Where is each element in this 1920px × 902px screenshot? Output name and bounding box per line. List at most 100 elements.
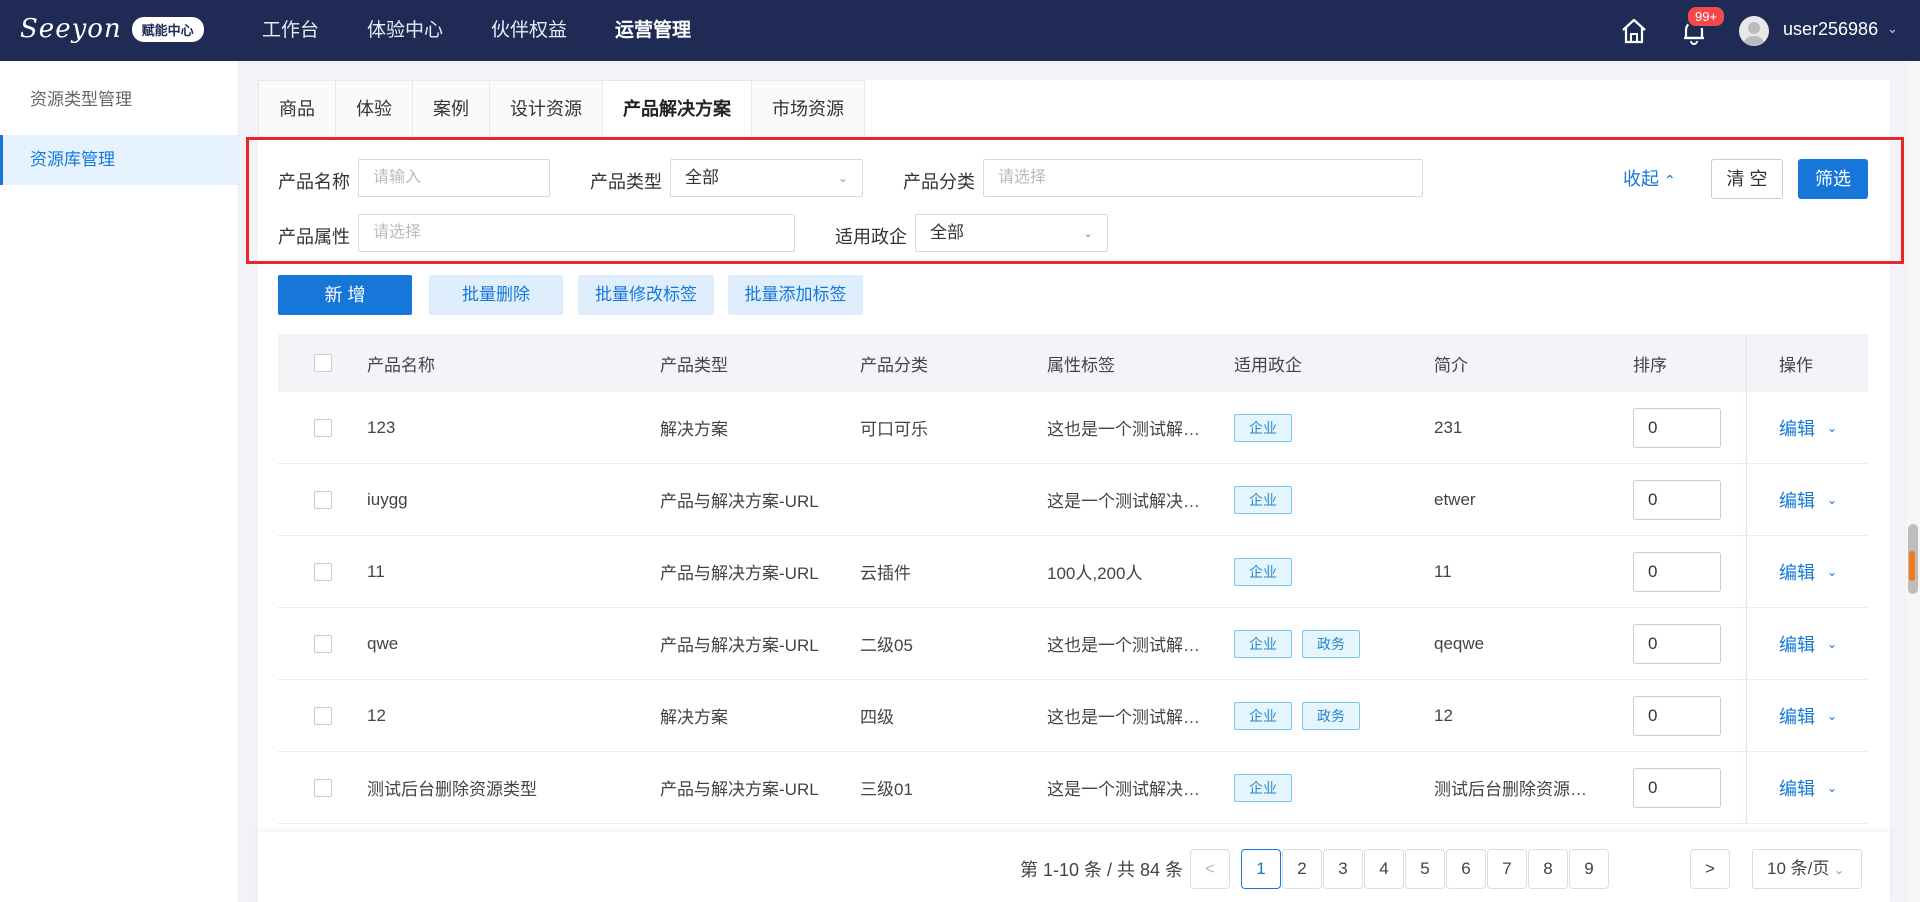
batch-add-tags-button[interactable]: 批量添加标签: [728, 275, 863, 315]
tab-design-resources[interactable]: 设计资源: [489, 80, 603, 137]
username[interactable]: user256986: [1783, 19, 1878, 40]
cell-tags: 这也是一个测试解…: [1047, 636, 1200, 655]
add-button[interactable]: 新 增: [278, 275, 412, 315]
edit-link[interactable]: 编辑: [1779, 487, 1815, 513]
page-3-button[interactable]: 3: [1323, 849, 1363, 889]
notification-badge: 99+: [1686, 5, 1727, 28]
chevron-down-icon[interactable]: ⌄: [1887, 21, 1898, 37]
top-nav: 工作台 体验中心 伙伴权益 运营管理: [262, 0, 739, 61]
row-checkbox[interactable]: [314, 562, 332, 581]
chevron-down-icon[interactable]: ⌄: [1827, 421, 1837, 435]
product-name-input[interactable]: 请输入: [358, 159, 550, 197]
chevron-up-icon: ⌃: [1664, 172, 1676, 188]
row-checkbox-cell: [314, 608, 332, 679]
cell-intro: 231: [1434, 417, 1463, 437]
next-page-button[interactable]: >: [1690, 849, 1730, 889]
page-9-button[interactable]: 9: [1569, 849, 1609, 889]
cell-action: 编辑 ⌄: [1779, 392, 1837, 463]
home-icon[interactable]: [1620, 17, 1648, 45]
logo[interactable]: Seeyon 赋能中心: [20, 14, 204, 44]
tab-cases[interactable]: 案例: [412, 80, 490, 137]
product-attr-select[interactable]: 请选择: [358, 214, 795, 252]
cell-action: 编辑 ⌄: [1779, 680, 1837, 751]
chevron-down-icon[interactable]: ⌄: [1827, 709, 1837, 723]
nav-experience-center[interactable]: 体验中心: [367, 0, 443, 61]
avatar[interactable]: [1739, 16, 1769, 46]
page-6-button[interactable]: 6: [1446, 849, 1486, 889]
page-1-button[interactable]: 1: [1241, 849, 1281, 889]
cell-sort: 0: [1633, 464, 1721, 535]
chevron-down-icon[interactable]: ⌄: [1827, 565, 1837, 579]
table-row: 123 解决方案 可口可乐 这也是一个测试解… 企业 231 0 编辑 ⌄: [278, 392, 1868, 464]
cell-policy: 企业 政务: [1234, 680, 1370, 751]
chevron-down-icon[interactable]: ⌄: [1827, 637, 1837, 651]
policy-tag: 政务: [1302, 701, 1360, 730]
row-checkbox[interactable]: [314, 778, 332, 797]
page-5-button[interactable]: 5: [1405, 849, 1445, 889]
product-type-select[interactable]: 全部 ⌄: [670, 159, 863, 197]
edit-link[interactable]: 编辑: [1779, 703, 1815, 729]
collapse-link[interactable]: 收起 ⌃: [1623, 165, 1676, 191]
page-7-button[interactable]: 7: [1487, 849, 1527, 889]
cell-intro: 12: [1434, 705, 1453, 725]
tab-goods[interactable]: 商品: [258, 80, 336, 137]
page-scrollbar[interactable]: [1906, 61, 1920, 902]
row-checkbox[interactable]: [314, 490, 332, 509]
cell-name: 11: [367, 561, 385, 581]
page-8-button[interactable]: 8: [1528, 849, 1568, 889]
cell-intro: 11: [1434, 561, 1452, 581]
cell-tags: 这也是一个测试解…: [1047, 708, 1200, 727]
row-checkbox-cell: [314, 536, 332, 607]
chevron-down-icon[interactable]: ⌄: [1827, 781, 1837, 795]
row-checkbox[interactable]: [314, 634, 332, 653]
sort-input[interactable]: 0: [1633, 623, 1721, 664]
row-checkbox[interactable]: [314, 418, 332, 437]
nav-partner-benefits[interactable]: 伙伴权益: [491, 0, 567, 61]
sort-input[interactable]: 0: [1633, 767, 1721, 808]
filter-label-type: 产品类型: [590, 172, 662, 192]
product-category-select[interactable]: 请选择: [983, 159, 1423, 197]
filter-button[interactable]: 筛选: [1798, 159, 1868, 199]
column-divider: [1746, 464, 1747, 535]
sidebar-item-resource-library[interactable]: 资源库管理: [0, 135, 238, 185]
cell-policy: 企业 政务: [1234, 608, 1370, 679]
edit-link[interactable]: 编辑: [1779, 415, 1815, 441]
cell-policy: 企业: [1234, 752, 1302, 823]
main-panel: 商品 体验 案例 设计资源 产品解决方案 市场资源 产品名称 请输入 产品类型 …: [246, 80, 1904, 902]
scrollbar-indicator: [1909, 551, 1915, 581]
nav-workbench[interactable]: 工作台: [262, 0, 319, 61]
page-2-button[interactable]: 2: [1282, 849, 1322, 889]
select-all-checkbox[interactable]: [314, 354, 332, 372]
cell-name: 12: [367, 705, 386, 725]
sort-input[interactable]: 0: [1633, 479, 1721, 520]
cell-type: 解决方案: [660, 420, 728, 439]
sort-input[interactable]: 0: [1633, 551, 1721, 592]
table-row: iuygg 产品与解决方案-URL 这是一个测试解决… 企业 etwer 0 编辑 ⌄: [278, 464, 1868, 536]
tab-experience[interactable]: 体验: [335, 80, 413, 137]
row-checkbox[interactable]: [314, 706, 332, 725]
header-policy: 适用政企: [1234, 355, 1302, 375]
edit-link[interactable]: 编辑: [1779, 775, 1815, 801]
sidebar-item-resource-type[interactable]: 资源类型管理: [0, 75, 238, 125]
edit-link[interactable]: 编辑: [1779, 559, 1815, 585]
column-divider: [1746, 680, 1747, 751]
tab-market-resources[interactable]: 市场资源: [751, 80, 865, 137]
tab-product-solutions[interactable]: 产品解决方案: [602, 80, 752, 137]
page-size-select[interactable]: 10 条/页 ⌄: [1752, 849, 1862, 889]
cell-policy: 企业: [1234, 392, 1302, 463]
chevron-down-icon[interactable]: ⌄: [1827, 493, 1837, 507]
cell-category: 三级01: [860, 780, 913, 799]
cell-name: 测试后台删除资源类型: [367, 780, 537, 799]
clear-button[interactable]: 清 空: [1711, 159, 1783, 199]
batch-delete-button[interactable]: 批量删除: [429, 275, 563, 315]
nav-operations[interactable]: 运营管理: [615, 0, 691, 61]
prev-page-button[interactable]: <: [1190, 849, 1230, 889]
sort-input[interactable]: 0: [1633, 695, 1721, 736]
sidebar: 资源类型管理 资源库管理: [0, 61, 239, 902]
sort-input[interactable]: 0: [1633, 407, 1721, 448]
header-intro: 简介: [1434, 355, 1468, 375]
batch-edit-tags-button[interactable]: 批量修改标签: [578, 275, 714, 315]
policy-select[interactable]: 全部 ⌄: [915, 214, 1108, 252]
page-4-button[interactable]: 4: [1364, 849, 1404, 889]
edit-link[interactable]: 编辑: [1779, 631, 1815, 657]
